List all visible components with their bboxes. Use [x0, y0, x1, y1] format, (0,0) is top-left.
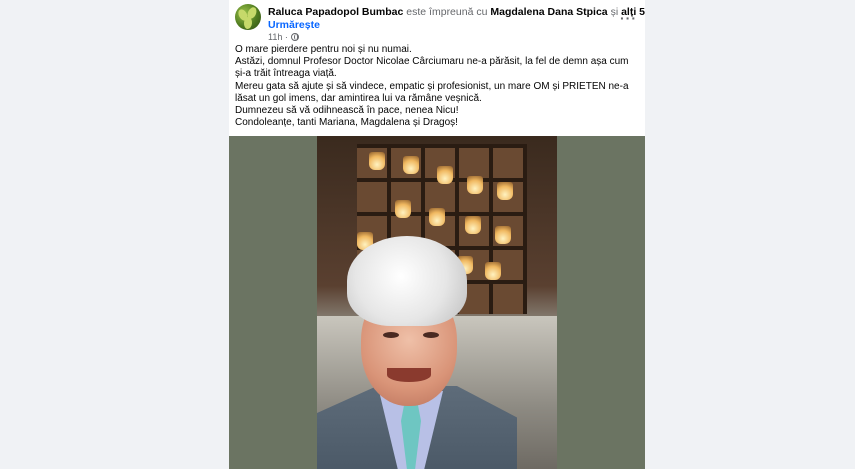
with-text: este împreună cu — [406, 6, 488, 18]
post-photo[interactable] — [229, 136, 645, 469]
globe-icon — [290, 33, 299, 41]
author-avatar[interactable] — [235, 4, 261, 30]
person-hair — [347, 236, 467, 326]
photo-image — [317, 136, 557, 469]
person-smile — [387, 368, 431, 382]
post-line: Astăzi, domnul Profesor Doctor Nicolae C… — [235, 56, 629, 80]
feed-post: Raluca Papadopol Bumbac este împreună cu… — [229, 0, 645, 469]
tagged-person[interactable]: Magdalena Dana Stpica — [490, 6, 607, 18]
post-text: O mare pierdere pentru noi și nu numai. … — [235, 44, 639, 129]
author-name[interactable]: Raluca Papadopol Bumbac — [268, 6, 403, 18]
post-header: Raluca Papadopol Bumbac este împreună cu… — [235, 4, 645, 42]
post-line: Mereu gata să ajute și să vindece, empat… — [235, 80, 629, 104]
post-line: Condoleanțe, tanti Mariana, Magdalena și… — [235, 117, 458, 129]
post-line: O mare pierdere pentru noi și nu numai. — [235, 44, 412, 55]
post-line: Dumnezeu să vă odihnească în pace, nenea… — [235, 105, 459, 117]
and-text: și — [610, 6, 619, 18]
post-meta: 11h · — [268, 32, 299, 42]
more-horizontal-icon[interactable]: ··· — [620, 10, 637, 26]
follow-button[interactable]: Urmărește — [268, 19, 320, 31]
author-line: Raluca Papadopol Bumbac este împreună cu… — [268, 6, 645, 18]
post-time[interactable]: 11h · — [268, 32, 288, 42]
